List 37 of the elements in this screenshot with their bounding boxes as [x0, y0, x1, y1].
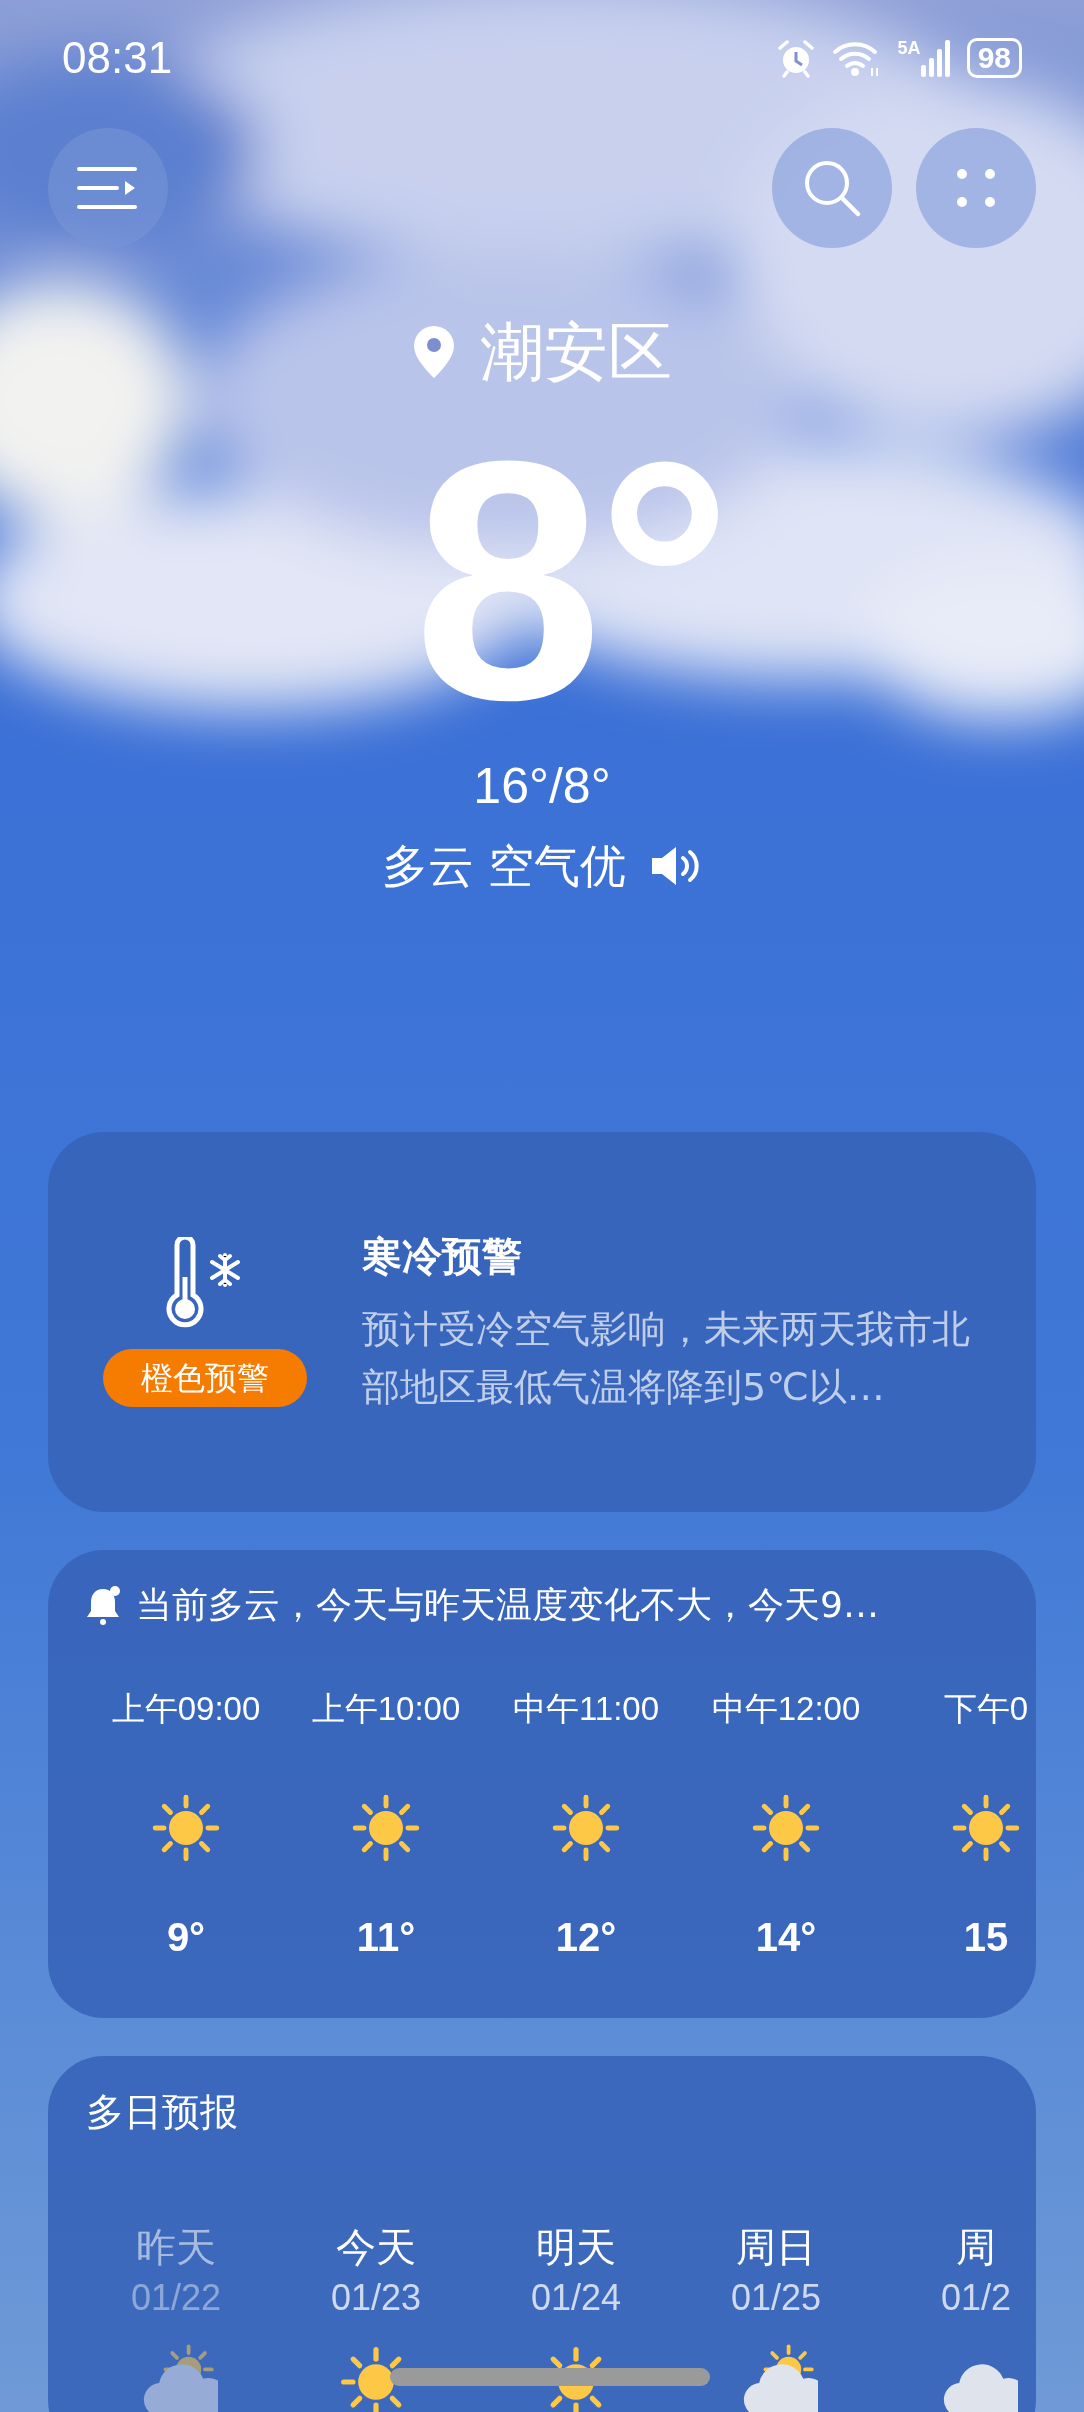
temperature-range: 16°/8° — [473, 757, 611, 816]
hour-label: 下午0 — [943, 1689, 1029, 1729]
date-label: 01/24 — [530, 2276, 622, 2320]
four-dots-icon — [956, 168, 996, 208]
hour-temperature: 14° — [755, 1914, 817, 1961]
day-label[interactable]: 周 — [956, 2220, 996, 2274]
weather-summary: 当前多云，今天与昨天温度变化不大，今天9… — [136, 1583, 879, 1627]
day-label[interactable]: 昨天 — [136, 2220, 216, 2274]
weather-condition: 多云 空气优 — [381, 838, 627, 895]
bell-icon — [86, 1585, 120, 1625]
location-pin-icon — [412, 324, 456, 380]
alarm-icon — [775, 38, 816, 78]
warning-level-badge: 橙色预警 — [103, 1349, 307, 1407]
hour-temperature: 15 — [963, 1914, 1009, 1961]
hour-temperature: 11° — [356, 1914, 416, 1961]
hour-label: 中午11:00 — [512, 1689, 660, 1729]
date-label: 01/25 — [730, 2276, 822, 2320]
battery-indicator: 98 — [966, 38, 1022, 78]
hour-label: 中午12:00 — [711, 1689, 861, 1729]
date-label: 01/22 — [130, 2276, 222, 2320]
hour-temperature: 12° — [555, 1914, 617, 1961]
hour-label: 上午09:00 — [111, 1689, 261, 1729]
hour-temperature: 9° — [166, 1914, 206, 1961]
section-title: 多日预报 — [85, 2089, 239, 2136]
date-label: 01/2 — [940, 2276, 1012, 2320]
menu-icon — [77, 165, 139, 211]
day-label[interactable]: 周日 — [736, 2220, 816, 2274]
date-label: 01/23 — [330, 2276, 422, 2320]
alert-description: 预计受冷空气影响，未来两天我市北部地区最低气温将降到5℃以… — [362, 1306, 971, 1411]
hour-label: 上午10:00 — [311, 1689, 461, 1729]
day-label[interactable]: 明天 — [536, 2220, 616, 2274]
signal-icon — [920, 39, 951, 77]
network-label: 5A — [897, 39, 921, 57]
day-label[interactable]: 今天 — [336, 2220, 416, 2274]
alert-card[interactable]: 橙色预警 寒冷预警 预计受冷空气影响，未来两天我市北部地区最低气温将降到5℃以… — [48, 1132, 1036, 1512]
status-time: 08:31 — [62, 32, 173, 84]
alert-title: 寒冷预警 — [362, 1232, 523, 1281]
